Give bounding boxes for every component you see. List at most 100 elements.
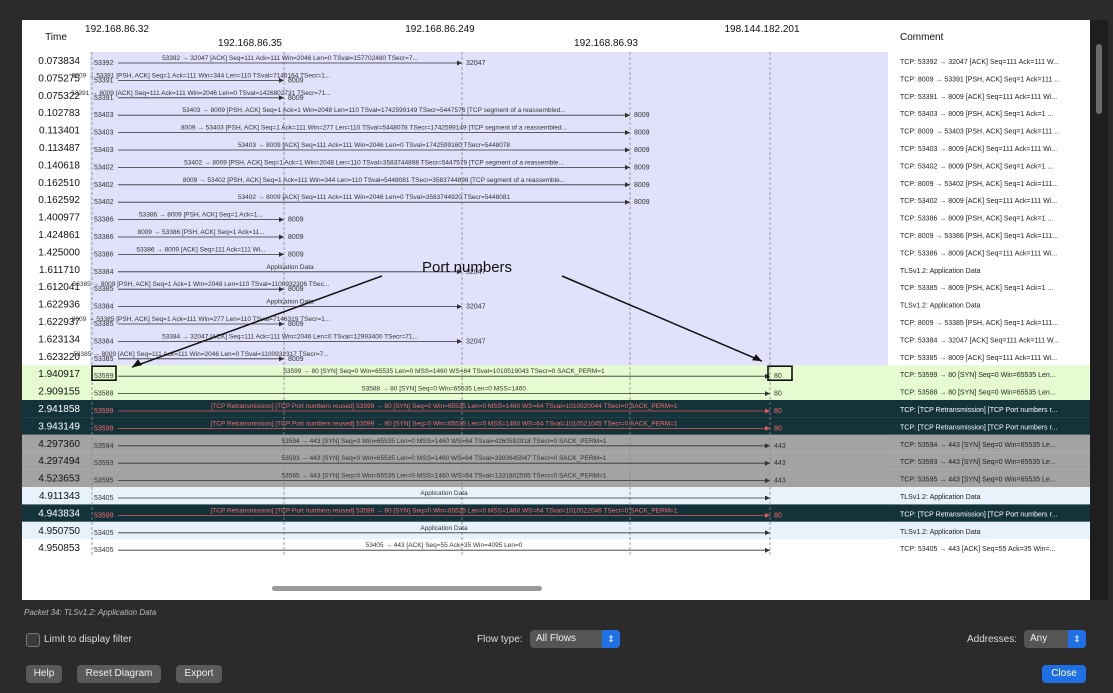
destination-port: 8009 bbox=[634, 130, 650, 137]
source-port: 53403 bbox=[94, 147, 114, 154]
packet-comment: TCP: 8009 → 53386 [PSH, ACK] Seq=1 Ack=1… bbox=[900, 233, 1058, 240]
source-port: 53599 bbox=[94, 408, 114, 415]
packet-time: 4.297360 bbox=[38, 439, 80, 450]
host-address-header: 192.168.86.32 bbox=[85, 24, 149, 35]
packet-comment: TCP: 53593 → 443 [SYN] Seq=0 Win=65535 L… bbox=[900, 459, 1056, 466]
destination-port: 32047 bbox=[466, 60, 486, 67]
packet-time: 0.140618 bbox=[38, 160, 80, 171]
packet-label: 8009 → 53402 [PSH, ACK] Seq=1 Ack=111 Wi… bbox=[183, 177, 566, 184]
source-port: 53599 bbox=[94, 373, 114, 380]
packet-time: 0.162592 bbox=[38, 195, 80, 206]
packet-time: 1.424861 bbox=[38, 230, 80, 241]
addresses-select[interactable]: Any ⇕ bbox=[1024, 630, 1086, 648]
packet-label: 53384 → 32047 [ACK] Seq=111 Ack=111 Win=… bbox=[162, 333, 418, 340]
limit-filter-label: Limit to display filter bbox=[44, 634, 132, 645]
comment-column-header: Comment bbox=[900, 32, 944, 43]
host-address-header: 198.144.182.201 bbox=[724, 24, 800, 35]
packet-time: 1.622936 bbox=[38, 300, 80, 311]
packet-time: 4.523653 bbox=[38, 474, 80, 485]
packet-label: 53595 → 443 [SYN] Seq=0 Win=65535 Len=0 … bbox=[282, 473, 607, 480]
packet-label: 53386 → 8009 [PSH, ACK] Seq=1 Ack=1... bbox=[139, 212, 263, 219]
host-address-header: 192.168.86.35 bbox=[218, 38, 282, 49]
packet-label: 8009 → 53391 [PSH, ACK] Seq=1 Ack=111 Wi… bbox=[72, 72, 331, 79]
help-button[interactable]: Help bbox=[26, 665, 62, 683]
packet-comment: TCP: 53588 → 80 [SYN] Seq=0 Win=65535 Le… bbox=[900, 390, 1056, 397]
packet-comment: TCP: 53385 → 8009 [ACK] Seq=111 Ack=111 … bbox=[900, 355, 1057, 362]
packet-comment: TCP: 53386 → 8009 [ACK] Seq=111 Ack=111 … bbox=[900, 250, 1057, 257]
destination-port: 443 bbox=[774, 460, 786, 467]
flow-type-value: All Flows bbox=[536, 633, 577, 644]
packet-label: Application Data bbox=[420, 525, 468, 532]
packet-comment: TCP: 8009 → 53403 [PSH, ACK] Seq=1 Ack=1… bbox=[900, 129, 1060, 136]
packet-comment: TCP: 53386 → 8009 [PSH, ACK] Seq=1 Ack=1… bbox=[900, 216, 1053, 223]
packet-time: 4.911343 bbox=[39, 491, 80, 502]
packet-comment: TCP: 53402 → 8009 [ACK] Seq=111 Ack=111 … bbox=[900, 198, 1057, 205]
packet-comment: TCP: 53403 → 8009 [ACK] Seq=111 Ack=111 … bbox=[900, 146, 1057, 153]
controls-area: Packet 34: TLSv1.2: Application Data Lim… bbox=[22, 600, 1092, 693]
source-port: 53386 bbox=[94, 251, 114, 258]
packet-comment: TCP: 8009 → 53402 [PSH, ACK] Seq=1 Ack=1… bbox=[900, 181, 1058, 188]
packet-comment: TCP: [TCP Retransmission] [TCP Port numb… bbox=[900, 424, 1057, 431]
close-button[interactable]: Close bbox=[1042, 665, 1086, 683]
packet-time: 0.113401 bbox=[39, 126, 80, 137]
packet-time: 1.400977 bbox=[38, 213, 80, 224]
packet-label: 53599 → 80 [SYN] Seq=0 Win=65535 Len=0 M… bbox=[283, 368, 605, 375]
packet-comment: TCP: [TCP Retransmission] [TCP Port numb… bbox=[900, 407, 1057, 414]
time-column-header: Time bbox=[45, 32, 67, 43]
source-port: 53392 bbox=[94, 60, 114, 67]
packet-time: 0.073834 bbox=[38, 56, 80, 67]
packet-label: [TCP Retransmission] [TCP Port numbers r… bbox=[210, 420, 677, 427]
destination-port: 443 bbox=[774, 478, 786, 485]
packet-comment: TLSv1.2: Application Data bbox=[900, 303, 981, 310]
packet-time: 0.162510 bbox=[38, 178, 80, 189]
destination-port: 80 bbox=[774, 408, 782, 415]
reset-diagram-button[interactable]: Reset Diagram bbox=[77, 665, 161, 683]
packet-label: 53402 → 8009 [PSH, ACK] Seq=1 Ack=1 Win=… bbox=[184, 159, 564, 166]
packet-comment: TCP: 53403 → 8009 [PSH, ACK] Seq=1 Ack=1… bbox=[900, 111, 1053, 118]
packet-label: 53386 → 8009 [ACK] Seq=111 Ack=111 Wi... bbox=[136, 246, 265, 253]
destination-port: 80 bbox=[774, 373, 782, 380]
flow-graph-window: Time Comment 192.168.86.32 192.168.86.35 192… bbox=[22, 20, 1108, 693]
source-port: 53403 bbox=[94, 112, 114, 119]
export-button[interactable]: Export bbox=[176, 665, 222, 683]
destination-port: 32047 bbox=[466, 304, 486, 311]
addresses-label: Addresses: bbox=[967, 634, 1018, 645]
packet-time: 2.941858 bbox=[38, 404, 80, 415]
packet-label: 53588 → 80 [SYN] Seq=0 Win=65535 Len=0 M… bbox=[362, 386, 526, 393]
packet-comment: TCP: 53405 → 443 [ACK] Seq=55 Ack=35 Win… bbox=[900, 546, 1056, 553]
packet-label: Application Data bbox=[266, 299, 314, 306]
packet-label: 53392 → 32047 [ACK] Seq=111 Ack=111 Win=… bbox=[162, 55, 418, 62]
destination-port: 8009 bbox=[634, 164, 650, 171]
packet-time: 4.943834 bbox=[38, 508, 80, 519]
destination-port: 32047 bbox=[466, 338, 486, 345]
source-port: 53403 bbox=[94, 130, 114, 137]
packet-label: Application Data bbox=[420, 490, 468, 497]
packet-label: 53403 → 8009 [PSH, ACK] Seq=1 Ack=1 Win=… bbox=[182, 107, 565, 114]
destination-port: 8009 bbox=[634, 147, 650, 154]
source-port: 53595 bbox=[94, 478, 114, 485]
packet-time: 4.950750 bbox=[38, 526, 80, 537]
vertical-scrollbar-thumb[interactable] bbox=[1096, 44, 1102, 114]
packet-comment: TLSv1.2: Application Data bbox=[900, 494, 981, 501]
packet-label: 53385 → 8009 [PSH, ACK] Seq=1 Ack=1 Win=… bbox=[73, 281, 330, 288]
addresses-value: Any bbox=[1030, 633, 1048, 644]
flow-type-select[interactable]: All Flows ⇕ bbox=[530, 630, 620, 648]
chevron-updown-icon: ⇕ bbox=[1068, 630, 1086, 648]
annotation-label: Port numbers bbox=[422, 259, 512, 276]
packet-comment: TLSv1.2: Application Data bbox=[900, 268, 981, 275]
packet-label: 53403 → 8009 [ACK] Seq=111 Ack=111 Win=2… bbox=[238, 142, 511, 149]
packet-comment: TCP: 53391 → 8009 [ACK] Seq=111 Ack=111 … bbox=[900, 94, 1057, 101]
packet-time: 4.950853 bbox=[38, 543, 80, 554]
destination-port: 8009 bbox=[634, 199, 650, 206]
packet-label: 8009 → 53386 [PSH, ACK] Seq=1 Ack=11... bbox=[137, 229, 264, 236]
destination-port: 80 bbox=[774, 391, 782, 398]
host-address-header: 192.168.86.249 bbox=[405, 24, 475, 35]
packet-label: [TCP Retransmission] [TCP Port numbers r… bbox=[210, 403, 677, 410]
source-port: 53402 bbox=[94, 199, 114, 206]
limit-filter-checkbox[interactable] bbox=[26, 633, 40, 647]
packet-comment: TCP: 53595 → 443 [SYN] Seq=0 Win=65535 L… bbox=[900, 477, 1056, 484]
status-packet-text: Packet 34: TLSv1.2: Application Data bbox=[24, 608, 157, 617]
flow-graph-panel: Time Comment 192.168.86.32 192.168.86.35 192… bbox=[22, 20, 1108, 600]
destination-port: 443 bbox=[774, 443, 786, 450]
packet-time: 1.611710 bbox=[39, 265, 80, 276]
